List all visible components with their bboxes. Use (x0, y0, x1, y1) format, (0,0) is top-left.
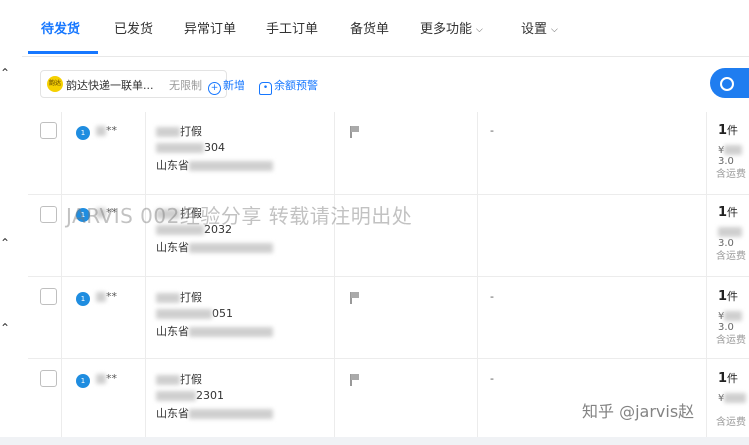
order-table: 1 ** 打假 304 山东省 - 1件 ¥3.0 含运费 1 ** 打假 20… (28, 112, 749, 445)
shipping-included-label: 含运费 (716, 169, 746, 180)
item-quantity: 1件 (718, 289, 739, 304)
row-checkbox[interactable] (40, 122, 57, 139)
recipient-address: 山东省 (156, 323, 273, 339)
carrier-template-selector[interactable]: 韵达 韵达快递一联单... 无限制 (40, 70, 227, 98)
shipping-included-label: 含运费 (716, 335, 746, 346)
buyer-nickname: ** (96, 124, 117, 137)
recipient-address: 山东省 (156, 405, 273, 421)
item-price: ¥ (718, 393, 747, 404)
buyer-nickname: ** (96, 372, 117, 385)
item-price: ¥3.0 (718, 145, 749, 167)
buyer-nickname: ** (96, 290, 117, 303)
chevron-down-icon: ⌵ (476, 25, 483, 35)
active-tab-indicator (28, 51, 98, 54)
shipping-included-label: 含运费 (716, 417, 746, 428)
recipient-name: 打假 (156, 289, 202, 305)
author-credit: 知乎 @jarvis赵 (582, 402, 695, 421)
recipient-phone: 304 (156, 141, 225, 154)
carrier-limit: 无限制 (169, 79, 202, 92)
row-checkbox[interactable] (40, 370, 57, 387)
balance-alert-label: 余额预警 (274, 79, 318, 92)
remark-value: - (490, 372, 494, 385)
tab-settings[interactable]: 设置 ⌵ (521, 18, 558, 37)
recipient-phone: 2301 (156, 389, 224, 402)
flag-icon[interactable] (350, 292, 359, 304)
recipient-name: 打假 (156, 371, 202, 387)
flag-icon[interactable] (350, 374, 359, 386)
tab-abnormal-orders[interactable]: 异常订单 (184, 18, 236, 37)
item-price: ¥3.0 (718, 311, 749, 333)
table-row: 1 ** 打假 051 山东省 - 1件 ¥3.0 含运费 (28, 276, 749, 359)
add-button[interactable]: + 新增 (208, 77, 245, 95)
tab-stock-list[interactable]: 备货单 (350, 18, 389, 37)
remark-value: - (490, 124, 494, 137)
recipient-phone: 051 (156, 307, 233, 320)
watermark-text: JARVIS 002经验分享 转载请注明出处 (66, 204, 413, 228)
tab-more-functions[interactable]: 更多功能 ⌵ (420, 18, 483, 37)
item-price: 3.0 (718, 227, 749, 249)
buyer-avatar-icon: 1 (76, 126, 90, 140)
search-icon (720, 77, 734, 91)
shipping-included-label: 含运费 (716, 251, 746, 262)
item-quantity: 1件 (718, 123, 739, 138)
item-quantity: 1件 (718, 371, 739, 386)
collapse-caret-icon[interactable]: ⌃ (0, 66, 10, 80)
yunda-logo-icon: 韵达 (47, 76, 63, 92)
row-checkbox[interactable] (40, 206, 57, 223)
recipient-address: 山东省 (156, 239, 273, 255)
buyer-avatar-icon: 1 (76, 292, 90, 306)
balance-alert-button[interactable]: • 余额预警 (259, 77, 318, 95)
table-row: 1 ** 打假 304 山东省 - 1件 ¥3.0 含运费 (28, 112, 749, 195)
chevron-down-icon: ⌵ (551, 25, 558, 35)
tab-more-functions-label: 更多功能 (420, 22, 473, 37)
collapse-caret-icon[interactable]: ⌃ (0, 321, 10, 335)
bell-icon: • (259, 82, 272, 95)
order-tabs: 待发货 已发货 异常订单 手工订单 备货单 更多功能 ⌵ 设置 ⌵ (0, 0, 749, 57)
row-checkbox[interactable] (40, 288, 57, 305)
bottom-bar (0, 437, 749, 445)
recipient-name: 打假 (156, 123, 202, 139)
collapse-caret-icon[interactable]: ⌃ (0, 236, 10, 250)
add-button-label: 新增 (223, 79, 245, 92)
flag-icon[interactable] (350, 126, 359, 138)
buyer-avatar-icon: 1 (76, 374, 90, 388)
remark-value: - (490, 290, 494, 303)
item-quantity: 1件 (718, 205, 739, 220)
left-sidebar-collapsed: ⌃ ⌃ ⌃ (0, 56, 22, 445)
tab-settings-label: 设置 (521, 22, 548, 37)
tab-shipped[interactable]: 已发货 (114, 18, 153, 37)
tab-pending-shipment[interactable]: 待发货 (41, 18, 80, 37)
shipping-toolbar: 韵达 韵达快递一联单... 无限制 + 新增 • 余额预警 (30, 62, 749, 106)
search-button[interactable] (710, 68, 749, 98)
carrier-name: 韵达快递一联单... (66, 79, 154, 92)
recipient-address: 山东省 (156, 157, 273, 173)
plus-circle-icon: + (208, 82, 221, 95)
tab-manual-orders[interactable]: 手工订单 (266, 18, 318, 37)
